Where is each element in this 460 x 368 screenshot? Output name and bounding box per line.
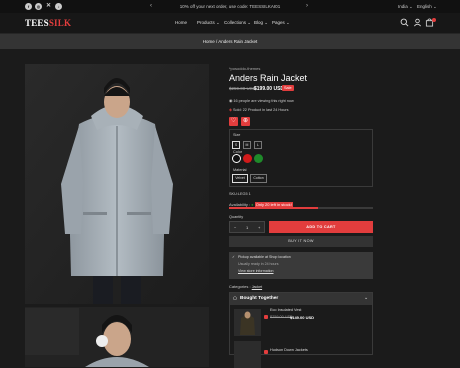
sold-count: ◈ Sold: 22 Product in last 24 Hours xyxy=(229,108,289,112)
bought-item-name[interactable]: Hudson Down Jackets xyxy=(270,348,308,352)
pickup-availability: ✓ Pickup available at Shop location Usua… xyxy=(229,252,373,279)
quantity-increase-button[interactable]: + xyxy=(258,225,260,230)
quantity-stepper: − 1 + xyxy=(229,221,265,233)
quantity-label: Quantity xyxy=(229,215,244,219)
zoom-button[interactable] xyxy=(96,335,108,347)
logo[interactable]: TEESSILK xyxy=(25,18,71,28)
locale-select[interactable]: India ⌄ xyxy=(398,4,413,10)
site-header: TEESSILK Home Products ⌄ Collections ⌄ B… xyxy=(0,13,460,34)
material-label: Material xyxy=(233,168,247,172)
categories-label: Categories : xyxy=(229,284,251,289)
heart-icon: ♡ xyxy=(230,118,237,124)
size-option-l[interactable]: L xyxy=(254,141,262,149)
nav-blog[interactable]: Blog ⌄ xyxy=(254,20,268,26)
size-label: Size xyxy=(233,133,241,137)
account-icon[interactable] xyxy=(413,18,422,27)
product-title: Anders Rain Jacket xyxy=(229,73,308,83)
check-icon: ✓ xyxy=(232,255,236,259)
compare-icon: ⊕ xyxy=(242,118,249,124)
nav-home[interactable]: Home xyxy=(175,20,187,25)
viewing-count: ◉ 16 people are viewing this right now xyxy=(229,99,294,103)
size-option-m[interactable]: M xyxy=(243,141,251,149)
breadcrumb: Home / Anders Rain Jacket xyxy=(0,34,460,49)
chevron-down-icon[interactable]: ⌄ xyxy=(364,295,368,301)
pickup-ready-text: Usually ready in 24 hours xyxy=(238,262,279,266)
bought-item-image[interactable] xyxy=(234,309,261,336)
product-price: $199.00 USD xyxy=(254,86,285,92)
nav-pages[interactable]: Pages ⌄ xyxy=(272,20,290,26)
store-info-link[interactable]: View store information xyxy=(238,269,274,273)
quantity-decrease-button[interactable]: − xyxy=(234,225,236,230)
category-link[interactable]: Jacket xyxy=(252,285,262,289)
product-photo-jacket xyxy=(25,64,209,304)
language-select[interactable]: English ⌄ xyxy=(417,4,437,10)
announcement-text: 10% off your next order, use code: TEESS… xyxy=(179,4,281,9)
wishlist-button[interactable]: ♡ xyxy=(229,117,238,126)
pickup-available-text: Pickup available at Shop location xyxy=(238,255,291,259)
product-vendor[interactable]: *posoddo-themes xyxy=(229,66,260,71)
next-announcement-icon[interactable]: › xyxy=(306,3,308,9)
color-swatch-black[interactable] xyxy=(232,154,241,163)
buy-now-button[interactable]: BUY IT NOW xyxy=(229,236,373,247)
categories: Categories : Jacket xyxy=(229,284,262,289)
quantity-input[interactable]: 1 xyxy=(246,225,248,230)
breadcrumb-current: Anders Rain Jacket xyxy=(218,39,258,44)
sale-badge: Sale xyxy=(282,85,294,91)
bought-item-name[interactable]: Eco Insulated Vest xyxy=(270,308,301,312)
add-to-cart-button[interactable]: ADD TO CART xyxy=(269,221,373,233)
product-sku: SKU:LEG5 1 xyxy=(229,192,251,196)
color-swatch-green[interactable] xyxy=(254,154,263,163)
nav-collections[interactable]: Collections ⌄ xyxy=(224,20,251,26)
product-image-main[interactable] xyxy=(25,64,209,304)
bought-together-panel: ⎔ Bought Together ⌄ Eco Insulated Vest $… xyxy=(229,292,373,368)
material-option-cotton[interactable]: Cotton xyxy=(250,174,267,183)
cart-count-badge xyxy=(432,18,436,22)
announcement-bar: f ◎ ✕ ♪ ‹ 10% off your next order, use c… xyxy=(0,0,460,13)
color-swatch-red[interactable] xyxy=(243,154,252,163)
bag-icon: ⎔ xyxy=(233,296,237,301)
bought-together-title: Bought Together xyxy=(240,296,279,301)
bought-item-checkbox[interactable] xyxy=(264,350,268,354)
bought-item-price: $149.00 USD xyxy=(290,315,315,320)
compare-at-price: $259.00 USD xyxy=(229,86,257,91)
bought-item-checkbox[interactable] xyxy=(264,315,268,319)
stock-progress xyxy=(229,207,373,209)
compare-button[interactable]: ⊕ xyxy=(241,117,250,126)
fire-icon: ◈ xyxy=(229,108,232,112)
search-icon[interactable] xyxy=(400,18,409,27)
material-option-velvet[interactable]: Velvet xyxy=(232,174,248,183)
eye-icon: ◉ xyxy=(229,99,233,103)
product-thumbnail[interactable] xyxy=(25,308,79,355)
nav-products[interactable]: Products ⌄ xyxy=(197,20,220,26)
bought-together-header[interactable]: ⎔ Bought Together ⌄ xyxy=(230,293,372,305)
breadcrumb-home[interactable]: Home xyxy=(203,39,215,44)
stock-progress-fill xyxy=(229,207,319,209)
size-option-s[interactable]: S xyxy=(232,141,240,149)
